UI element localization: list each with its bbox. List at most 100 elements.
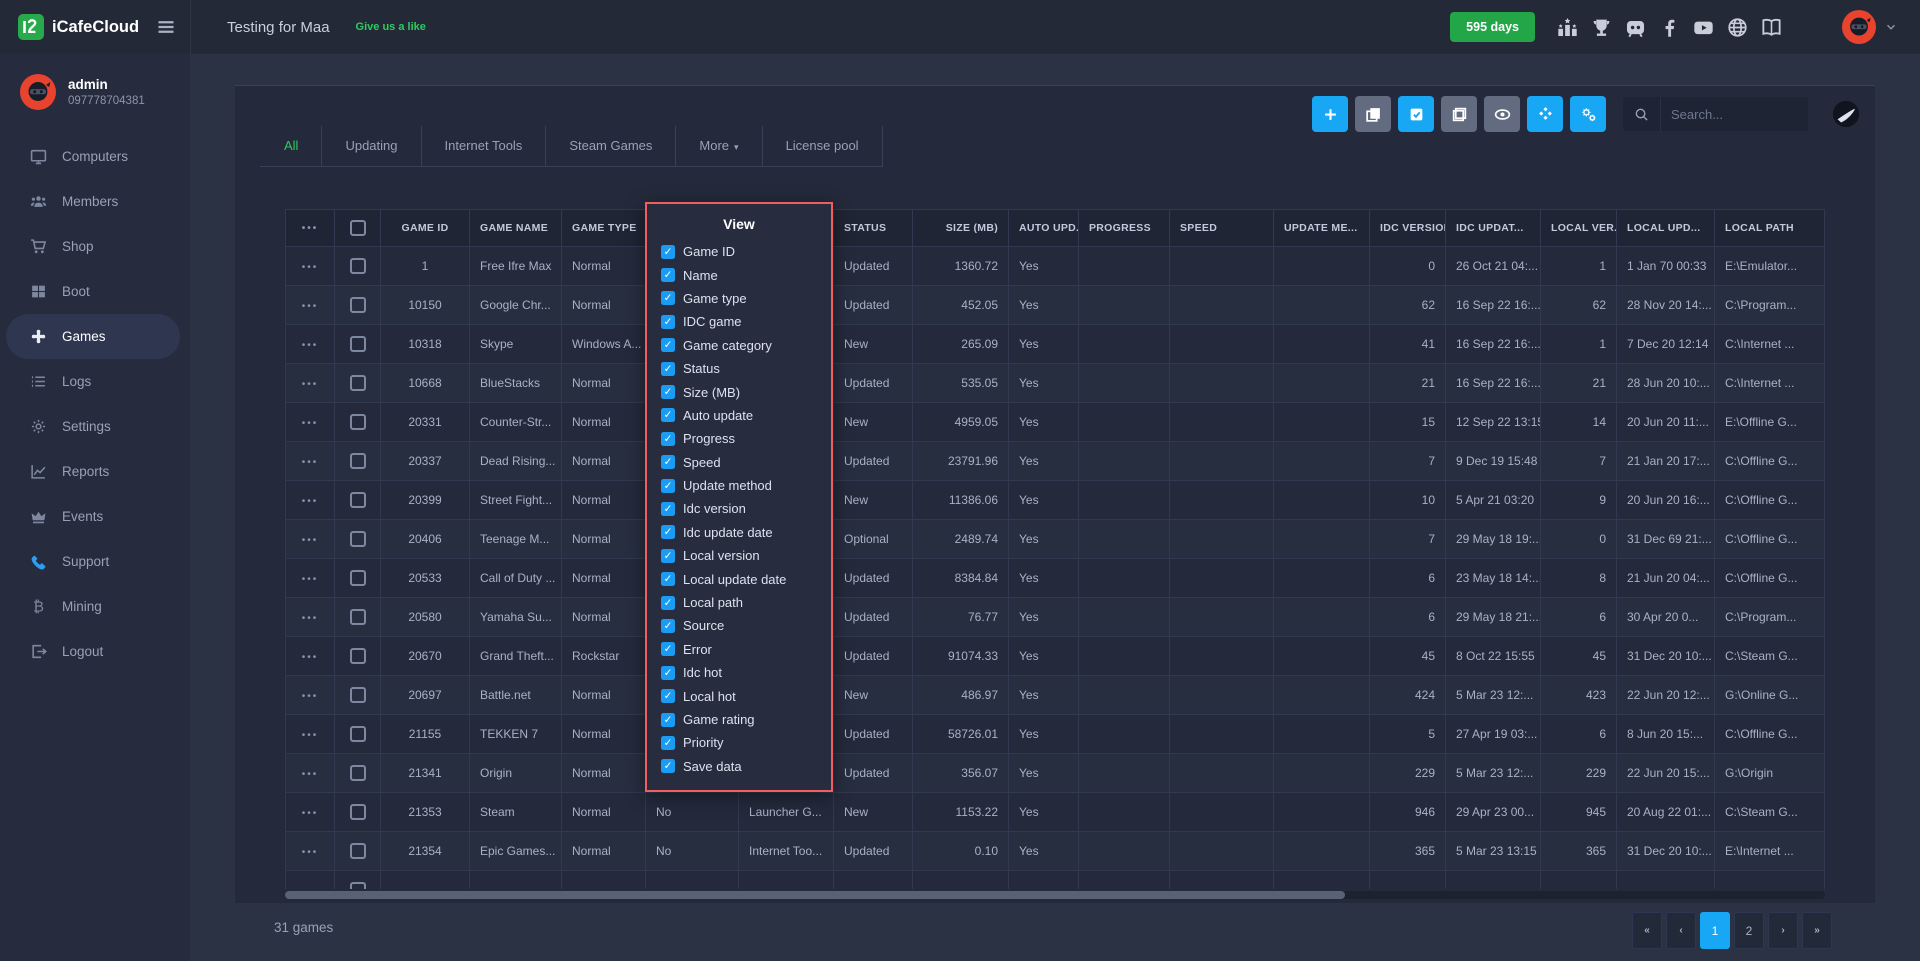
globe-float-icon[interactable]	[1831, 99, 1861, 129]
row-actions-icon[interactable]: •••	[302, 847, 319, 858]
view-option-idc-game[interactable]: ✓IDC game	[647, 310, 831, 333]
select-all-checkbox[interactable]	[350, 220, 366, 236]
view-option-game-rating[interactable]: ✓Game rating	[647, 708, 831, 731]
checkbox-checked-icon[interactable]: ✓	[661, 642, 675, 656]
book-link[interactable]	[1761, 17, 1782, 38]
view-option-priority[interactable]: ✓Priority	[647, 731, 831, 754]
view-option-idc-hot[interactable]: ✓Idc hot	[647, 661, 831, 684]
sidebar-item-support[interactable]: Support	[0, 539, 190, 584]
checkbox-checked-icon[interactable]: ✓	[661, 619, 675, 633]
checkbox-checked-icon[interactable]: ✓	[661, 455, 675, 469]
row-checkbox[interactable]	[350, 726, 366, 742]
row-checkbox[interactable]	[350, 609, 366, 625]
view-option-local-path[interactable]: ✓Local path	[647, 591, 831, 614]
tab-all[interactable]: All	[260, 126, 322, 166]
view-option-game-type[interactable]: ✓Game type	[647, 287, 831, 310]
checkbox-checked-icon[interactable]: ✓	[661, 385, 675, 399]
checkbox-checked-icon[interactable]: ✓	[661, 408, 675, 422]
view-option-local-version[interactable]: ✓Local version	[647, 544, 831, 567]
checkbox-checked-icon[interactable]: ✓	[661, 713, 675, 727]
sidebar-item-games[interactable]: Games	[6, 314, 180, 359]
view-columns-button[interactable]	[1484, 96, 1520, 132]
user-profile[interactable]: admin 097778704381	[0, 54, 190, 134]
page-[interactable]: »	[1802, 912, 1832, 949]
row-checkbox[interactable]	[350, 414, 366, 430]
row-actions-icon[interactable]: •••	[302, 769, 319, 780]
tab-steam-games[interactable]: Steam Games	[546, 126, 676, 166]
sidebar-item-reports[interactable]: Reports	[0, 449, 190, 494]
view-option-speed[interactable]: ✓Speed	[647, 451, 831, 474]
row-actions-icon[interactable]: •••	[302, 730, 319, 741]
checkbox-checked-icon[interactable]: ✓	[661, 525, 675, 539]
sidebar-item-events[interactable]: Events	[0, 494, 190, 539]
sidebar-item-members[interactable]: Members	[0, 179, 190, 224]
view-option-status[interactable]: ✓Status	[647, 357, 831, 380]
tab-more[interactable]: More▾	[676, 126, 762, 166]
row-actions-icon[interactable]: •••	[302, 613, 319, 624]
view-option-idc-update-date[interactable]: ✓Idc update date	[647, 521, 831, 544]
row-checkbox[interactable]	[350, 336, 366, 352]
row-actions-icon[interactable]: •••	[302, 574, 319, 585]
select-all-button[interactable]	[1398, 96, 1434, 132]
page-[interactable]: ‹	[1666, 912, 1696, 949]
row-actions-icon[interactable]: •••	[302, 223, 319, 234]
sidebar-item-logs[interactable]: Logs	[0, 359, 190, 404]
youtube-link[interactable]	[1693, 17, 1714, 38]
checkbox-checked-icon[interactable]: ✓	[661, 502, 675, 516]
row-actions-icon[interactable]: •••	[302, 886, 319, 889]
row-checkbox[interactable]	[350, 687, 366, 703]
sidebar-item-shop[interactable]: Shop	[0, 224, 190, 269]
globe-link[interactable]	[1727, 17, 1748, 38]
row-checkbox[interactable]	[350, 765, 366, 781]
checkbox-checked-icon[interactable]: ✓	[661, 245, 675, 259]
view-option-update-method[interactable]: ✓Update method	[647, 474, 831, 497]
view-option-game-category[interactable]: ✓Game category	[647, 334, 831, 357]
row-checkbox[interactable]	[350, 804, 366, 820]
ranking-link[interactable]	[1557, 17, 1578, 38]
view-option-source[interactable]: ✓Source	[647, 614, 831, 637]
copy-button[interactable]	[1355, 96, 1391, 132]
row-actions-icon[interactable]: •••	[302, 691, 319, 702]
tab-license-pool[interactable]: License pool	[763, 126, 883, 166]
checkbox-checked-icon[interactable]: ✓	[661, 432, 675, 446]
checkbox-checked-icon[interactable]: ✓	[661, 479, 675, 493]
view-option-game-id[interactable]: ✓Game ID	[647, 240, 831, 263]
facebook-link[interactable]	[1659, 17, 1680, 38]
view-option-local-update-date[interactable]: ✓Local update date	[647, 567, 831, 590]
tab-updating[interactable]: Updating	[322, 126, 421, 166]
checkbox-checked-icon[interactable]: ✓	[661, 736, 675, 750]
hamburger-menu-icon[interactable]	[156, 17, 176, 37]
subscription-days-badge[interactable]: 595 days	[1450, 12, 1535, 42]
page-2[interactable]: 2	[1734, 912, 1764, 949]
give-us-a-like-link[interactable]: Give us a like	[356, 21, 426, 33]
search-input[interactable]	[1661, 107, 1801, 122]
view-option-error[interactable]: ✓Error	[647, 638, 831, 661]
view-option-size-mb[interactable]: ✓Size (MB)	[647, 380, 831, 403]
checkbox-checked-icon[interactable]: ✓	[661, 666, 675, 680]
row-checkbox[interactable]	[350, 882, 366, 889]
view-option-idc-version[interactable]: ✓Idc version	[647, 497, 831, 520]
game-settings-button[interactable]	[1570, 96, 1606, 132]
trophy-link[interactable]	[1591, 17, 1612, 38]
row-actions-icon[interactable]: •••	[302, 652, 319, 663]
row-actions-icon[interactable]: •••	[302, 535, 319, 546]
row-actions-icon[interactable]: •••	[302, 301, 319, 312]
row-actions-icon[interactable]: •••	[302, 496, 319, 507]
sidebar-item-mining[interactable]: ₿Mining	[0, 584, 190, 629]
checkbox-checked-icon[interactable]: ✓	[661, 338, 675, 352]
checkbox-checked-icon[interactable]: ✓	[661, 291, 675, 305]
row-actions-icon[interactable]: •••	[302, 262, 319, 273]
row-actions-icon[interactable]: •••	[302, 340, 319, 351]
row-checkbox[interactable]	[350, 648, 366, 664]
sidebar-item-computers[interactable]: Computers	[0, 134, 190, 179]
horizontal-scrollbar[interactable]	[285, 891, 1825, 899]
duplicate-button[interactable]	[1441, 96, 1477, 132]
checkbox-checked-icon[interactable]: ✓	[661, 759, 675, 773]
add-button[interactable]	[1312, 96, 1348, 132]
checkbox-checked-icon[interactable]: ✓	[661, 315, 675, 329]
row-actions-icon[interactable]: •••	[302, 457, 319, 468]
checkbox-checked-icon[interactable]: ✓	[661, 549, 675, 563]
page-1[interactable]: 1	[1700, 912, 1730, 949]
tab-internet-tools[interactable]: Internet Tools	[422, 126, 547, 166]
sidebar-item-settings[interactable]: Settings	[0, 404, 190, 449]
